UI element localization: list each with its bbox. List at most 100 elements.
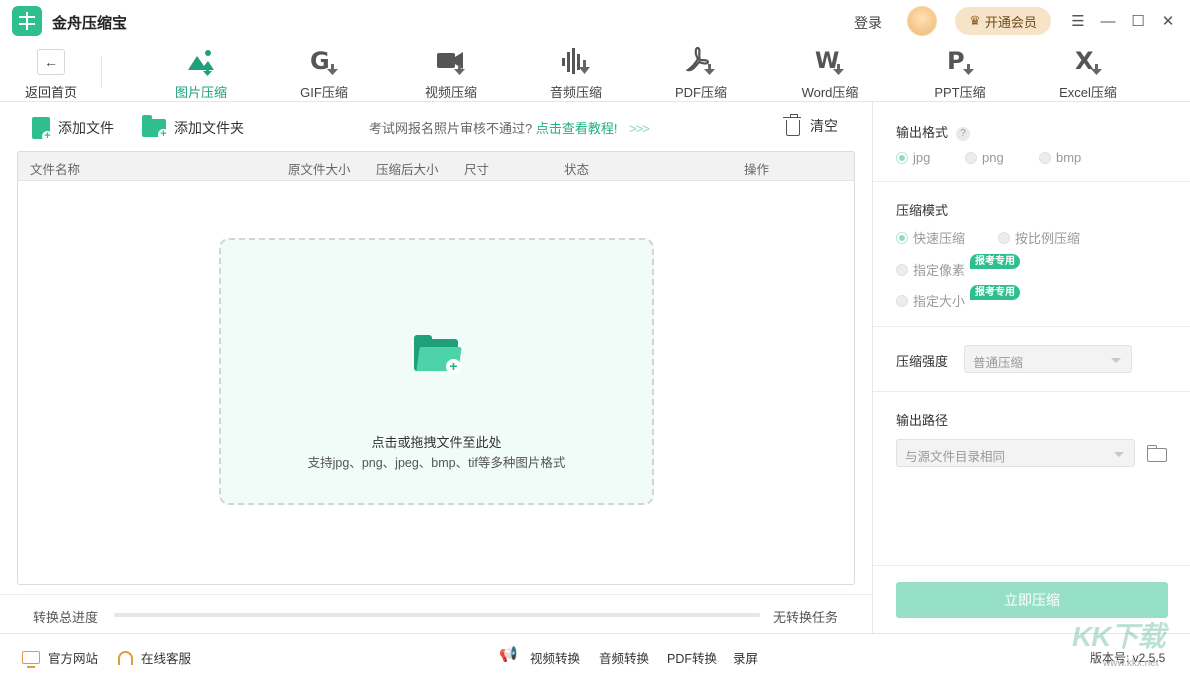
format-option-jpg[interactable]: jpg bbox=[896, 150, 930, 165]
clear-button[interactable]: 清空 bbox=[783, 113, 838, 136]
mode-option-label: 指定像素 bbox=[913, 263, 966, 278]
avatar[interactable] bbox=[907, 6, 937, 36]
headset-icon bbox=[118, 650, 133, 665]
tab-word-compress[interactable]: W Word压缩 bbox=[780, 46, 880, 100]
footer-link-audio[interactable]: 音频转换 bbox=[599, 648, 649, 667]
output-path-value: 与源文件目录相同 bbox=[905, 450, 1006, 464]
tab-label: Word压缩 bbox=[801, 85, 859, 100]
format-option-bmp[interactable]: bmp bbox=[1039, 150, 1081, 165]
mode-option-label: 按比例压缩 bbox=[1015, 231, 1081, 246]
svg-text:P: P bbox=[947, 47, 965, 75]
word-compress-icon: W bbox=[815, 46, 845, 76]
column-header-status: 状态 bbox=[564, 163, 590, 177]
add-file-button[interactable]: 添加文件 bbox=[32, 116, 114, 142]
tab-label: Excel压缩 bbox=[1059, 85, 1117, 100]
ppt-compress-icon: P bbox=[945, 46, 975, 76]
tutorial-link[interactable]: 点击查看教程! bbox=[536, 121, 618, 136]
tab-excel-compress[interactable]: X Excel压缩 bbox=[1038, 46, 1138, 100]
column-header-compressed-size: 压缩后大小 bbox=[376, 163, 439, 177]
tab-ppt-compress[interactable]: P PPT压缩 bbox=[910, 46, 1010, 100]
crown-icon: ♛ bbox=[969, 13, 981, 28]
radio-dot bbox=[998, 231, 1010, 244]
file-table: 文件名称 原文件大小 压缩后大小 尺寸 状态 操作 + 点击或拖拽文件至此处 支… bbox=[17, 151, 855, 585]
radio-dot bbox=[896, 263, 908, 276]
svg-text:G: G bbox=[310, 47, 330, 75]
radio-dot bbox=[896, 294, 908, 307]
mode-option-ratio[interactable]: 按比例压缩 bbox=[998, 228, 1080, 247]
tab-label: 图片压缩 bbox=[174, 85, 227, 100]
format-option-label: jpg bbox=[913, 150, 931, 165]
mode-option-fast[interactable]: 快速压缩 bbox=[896, 228, 965, 247]
progress-row: 转换总进度 无转换任务 bbox=[0, 594, 872, 633]
minimize-icon[interactable]: — bbox=[1098, 11, 1118, 31]
output-format-title: 输出格式? bbox=[896, 122, 971, 141]
back-arrow-icon[interactable]: ← bbox=[37, 49, 65, 75]
compress-now-button[interactable]: 立即压缩 bbox=[896, 582, 1168, 618]
output-path-select[interactable]: 与源文件目录相同 bbox=[896, 439, 1135, 467]
vip-button[interactable]: ♛ 开通会员 bbox=[955, 7, 1051, 35]
toolbar-divider bbox=[101, 56, 102, 88]
progress-status: 无转换任务 bbox=[773, 610, 839, 625]
svg-text:X: X bbox=[1075, 47, 1094, 75]
exam-tag: 报考专用 bbox=[970, 285, 1020, 300]
audio-compress-icon bbox=[561, 46, 591, 76]
mode-option-pixel[interactable]: 指定像素 bbox=[896, 260, 965, 279]
tab-video-compress[interactable]: 视频压缩 bbox=[401, 46, 501, 100]
radio-dot bbox=[896, 151, 908, 164]
drop-zone[interactable]: + 点击或拖拽文件至此处 支持jpg、png、jpeg、bmp、tif等多种图片… bbox=[219, 238, 654, 505]
open-folder-icon[interactable] bbox=[1147, 445, 1167, 462]
watermark-url: www.kkx.net bbox=[1103, 658, 1159, 669]
progress-bar bbox=[114, 613, 760, 617]
official-website-link[interactable]: 官方网站 bbox=[22, 648, 99, 668]
table-header: 文件名称 原文件大小 压缩后大小 尺寸 状态 操作 bbox=[18, 152, 854, 181]
login-link[interactable]: 登录 bbox=[854, 13, 882, 33]
column-header-dimensions: 尺寸 bbox=[464, 163, 490, 177]
official-website-label: 官方网站 bbox=[48, 652, 99, 666]
menu-icon[interactable]: ☰ bbox=[1068, 11, 1088, 31]
trash-icon bbox=[783, 113, 801, 136]
tab-gif-compress[interactable]: G GIF压缩 bbox=[274, 46, 374, 100]
compress-strength-section: 压缩强度 普通压缩 bbox=[873, 327, 1190, 392]
tutorial-tip: 考试网报名照片审核不通过? 点击查看教程! >>> bbox=[369, 118, 650, 137]
footer: 官方网站 在线客服 📢 视频转换 音频转换 PDF转换 录屏 版本号: v2.5… bbox=[0, 633, 1190, 673]
compress-strength-select[interactable]: 普通压缩 bbox=[964, 345, 1132, 373]
tab-audio-compress[interactable]: 音频压缩 bbox=[526, 46, 626, 100]
format-option-label: png bbox=[982, 150, 1004, 165]
megaphone-icon: 📢 bbox=[499, 646, 518, 663]
add-file-icon bbox=[32, 117, 53, 142]
back-home-label[interactable]: 返回首页 bbox=[25, 82, 77, 101]
radio-dot bbox=[896, 231, 908, 244]
online-support-link[interactable]: 在线客服 bbox=[118, 648, 191, 667]
progress-label: 转换总进度 bbox=[33, 610, 99, 625]
drop-zone-hint: 支持jpg、png、jpeg、bmp、tif等多种图片格式 bbox=[307, 456, 566, 470]
compress-strength-title: 压缩强度 bbox=[896, 354, 949, 369]
output-format-title-text: 输出格式 bbox=[896, 125, 949, 140]
add-folder-button[interactable]: 添加文件夹 bbox=[142, 115, 244, 140]
footer-link-record[interactable]: 录屏 bbox=[733, 648, 758, 667]
format-option-png[interactable]: png bbox=[965, 150, 1004, 165]
close-icon[interactable]: ✕ bbox=[1158, 11, 1178, 31]
output-path-title: 输出路径 bbox=[896, 413, 949, 428]
format-option-label: bmp bbox=[1056, 150, 1082, 165]
tip-arrows: >>> bbox=[629, 121, 650, 136]
online-support-label: 在线客服 bbox=[141, 652, 192, 666]
add-folder-icon bbox=[142, 115, 169, 140]
drop-zone-title: 点击或拖拽文件至此处 bbox=[371, 435, 502, 450]
settings-panel: 输出格式? jpg png bmp 压缩模式 快速压缩 按比例压缩 指定像素 报… bbox=[872, 102, 1190, 633]
clear-label: 清空 bbox=[810, 118, 838, 134]
footer-link-video[interactable]: 视频转换 bbox=[530, 648, 580, 667]
compress-mode-section: 压缩模式 快速压缩 按比例压缩 指定像素 报考专用 指定大小 报考专用 bbox=[873, 182, 1190, 327]
column-header-actions: 操作 bbox=[744, 163, 770, 177]
mode-option-size[interactable]: 指定大小 bbox=[896, 291, 965, 310]
tab-label: PPT压缩 bbox=[934, 85, 986, 100]
footer-link-pdf[interactable]: PDF转换 bbox=[667, 648, 717, 667]
tab-label: 音频压缩 bbox=[549, 85, 602, 100]
tab-image-compress[interactable]: 图片压缩 bbox=[151, 46, 251, 100]
file-area: 添加文件 添加文件夹 考试网报名照片审核不通过? 点击查看教程! >>> 清空 … bbox=[0, 102, 872, 633]
monitor-icon bbox=[22, 651, 40, 668]
maximize-icon[interactable]: ☐ bbox=[1128, 11, 1148, 31]
title-bar: 金舟压缩宝 登录 ♛ 开通会员 ☰ — ☐ ✕ bbox=[0, 0, 1190, 42]
tab-label: GIF压缩 bbox=[300, 85, 348, 100]
help-icon[interactable]: ? bbox=[956, 127, 971, 141]
tab-pdf-compress[interactable]: PDF压缩 bbox=[651, 46, 751, 100]
